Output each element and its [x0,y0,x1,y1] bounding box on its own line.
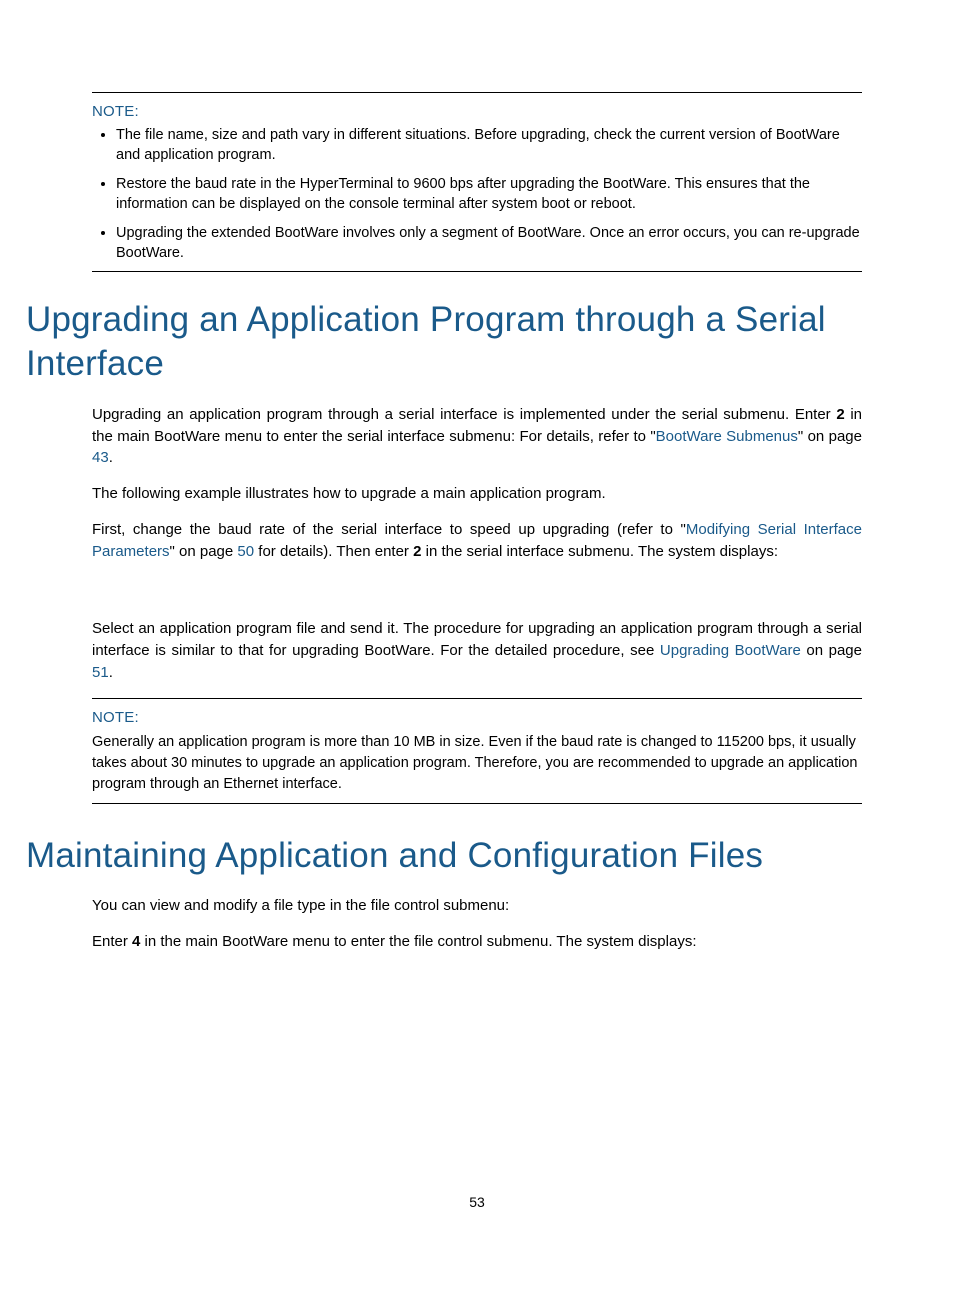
paragraph: Select an application program file and s… [92,618,862,683]
link-upgrading-bootware[interactable]: Upgrading BootWare [660,642,801,659]
text: . [109,449,113,466]
paragraph: Enter 4 in the main BootWare menu to ent… [92,931,862,953]
bold-text: 2 [836,406,844,423]
note-item: Upgrading the extended BootWare involves… [116,224,862,263]
note-text: Generally an application program is more… [92,732,862,795]
note-box-2: NOTE: Generally an application program i… [92,698,862,804]
note-box-1: NOTE: The file name, size and path vary … [92,92,862,272]
heading-upgrading-serial: Upgrading an Application Program through… [26,298,862,386]
paragraph: The following example illustrates how to… [92,483,862,505]
paragraph: First, change the baud rate of the seria… [92,519,862,563]
text: . [109,664,113,681]
text: " on page [170,543,238,560]
link-page-50[interactable]: 50 [237,543,254,560]
page-number: 53 [0,1194,954,1210]
paragraph: Upgrading an application program through… [92,404,862,469]
note-list: The file name, size and path vary in dif… [92,126,862,263]
text: on page [801,642,862,659]
text: First, change the baud rate of the seria… [92,521,686,538]
heading-maintaining-files: Maintaining Application and Configuratio… [26,834,862,878]
text: Upgrading an application program through… [92,406,836,423]
link-bootware-submenus[interactable]: BootWare Submenus [656,428,798,445]
note-item: The file name, size and path vary in dif… [116,126,862,165]
text: in the serial interface submenu. The sys… [421,543,778,560]
note-label: NOTE: [92,709,862,726]
note-item: Restore the baud rate in the HyperTermin… [116,175,862,214]
text: for details). Then enter [254,543,413,560]
text: Enter [92,933,132,950]
note-label: NOTE: [92,103,862,120]
link-page-43[interactable]: 43 [92,449,109,466]
page: NOTE: The file name, size and path vary … [0,0,954,1296]
link-page-51[interactable]: 51 [92,664,109,681]
spacer [92,576,862,618]
text: in the main BootWare menu to enter the f… [140,933,696,950]
paragraph: You can view and modify a file type in t… [92,895,862,917]
text: " on page [798,428,862,445]
